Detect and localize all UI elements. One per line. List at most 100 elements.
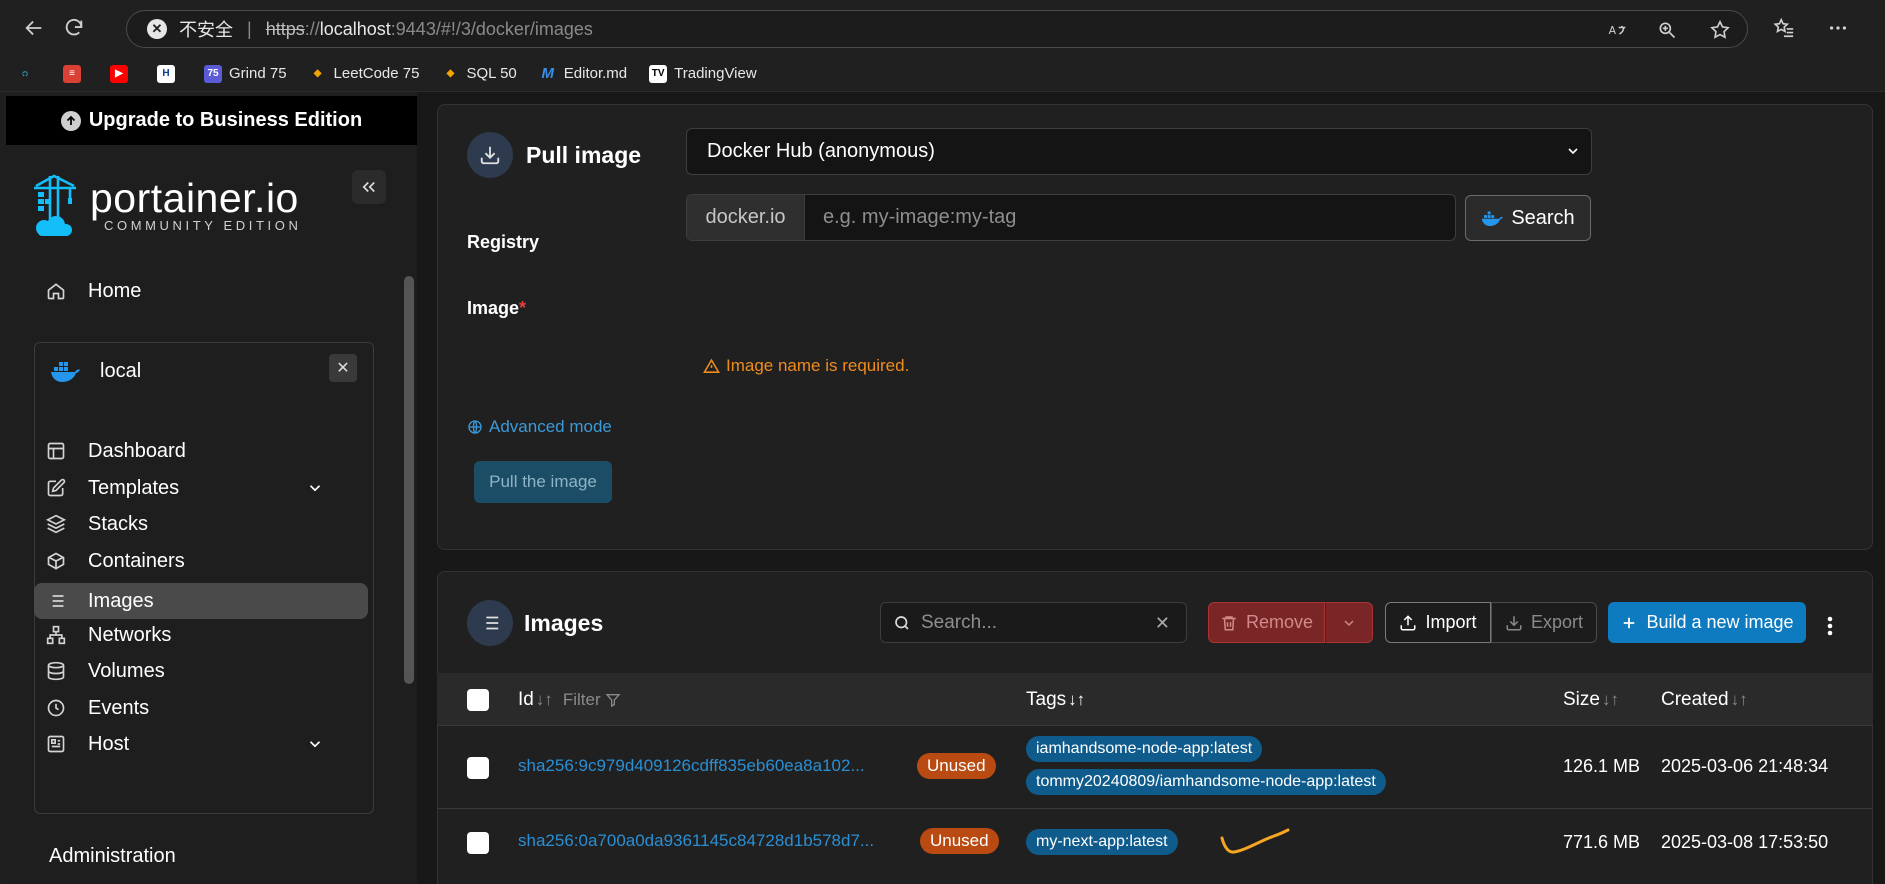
chevron-down-icon <box>1565 143 1581 159</box>
filter-label[interactable]: Filter <box>563 690 601 710</box>
pull-image-button[interactable]: Pull the image <box>474 461 612 503</box>
trash-icon <box>1222 615 1236 630</box>
logo-title: portainer.io <box>90 174 299 221</box>
image-registry-prefix: docker.io <box>687 195 805 240</box>
favorite-star-icon[interactable] <box>1709 11 1731 49</box>
sidebar-item-containers[interactable]: Containers <box>46 540 346 582</box>
bookmark-sql-50[interactable]: ◆ SQL 50 <box>441 65 517 83</box>
url-text[interactable]: https://localhost:9443/#!/3/docker/image… <box>266 19 593 40</box>
image-error-message: Image name is required. <box>703 356 909 376</box>
clear-search-icon[interactable]: ✕ <box>1155 613 1170 634</box>
back-button[interactable] <box>18 12 50 44</box>
remove-button[interactable]: Remove <box>1208 602 1325 643</box>
grind75-icon: 75 <box>204 64 222 83</box>
sidebar-item-label: Containers <box>88 549 185 572</box>
images-search-input[interactable] <box>921 611 1141 634</box>
image-tag: iamhandsome-node-app:latest <box>1026 736 1263 762</box>
bookmark-icon-only-3[interactable]: ▶ <box>110 64 135 83</box>
zoom-icon[interactable] <box>1657 11 1677 49</box>
sidebar-item-dashboard[interactable]: Dashboard <box>46 430 346 472</box>
checkmark-annotation <box>1220 828 1290 854</box>
chevron-down-icon[interactable] <box>306 479 324 497</box>
chevron-down-icon <box>1344 619 1354 626</box>
environment-name: local <box>100 359 142 382</box>
chevron-down-icon[interactable] <box>306 735 324 753</box>
upgrade-label: Upgrade to Business Edition <box>88 109 363 131</box>
image-id-link[interactable]: sha256:9c979d409126cdff835eb60ea8a102... <box>518 756 865 776</box>
bookmark-tradingview[interactable]: TV TradingView <box>649 64 757 83</box>
markdown-icon: M <box>541 65 555 82</box>
warning-triangle-icon <box>703 358 720 373</box>
row-checkbox[interactable] <box>467 832 489 854</box>
export-label: Export <box>1530 612 1584 632</box>
column-header-tags[interactable]: Tags ↓↑ <box>1026 689 1085 711</box>
not-secure-icon[interactable]: ✕ <box>147 19 167 39</box>
database-icon <box>46 661 66 681</box>
import-button[interactable]: Import <box>1385 602 1491 643</box>
sidebar-item-label: Networks <box>88 623 172 646</box>
sidebar-item-label: Dashboard <box>88 439 186 462</box>
home-icon <box>46 281 66 301</box>
read-aloud-icon[interactable]: A <box>1607 11 1627 49</box>
image-id-link[interactable]: sha256:0a700a0da9361145c84728d1b578d7... <box>518 831 874 851</box>
url-host: localhost <box>319 18 391 39</box>
arrow-up-circle-icon <box>60 110 81 131</box>
build-new-image-button[interactable]: Build a new image <box>1608 602 1806 643</box>
address-bar[interactable]: ✕ 不安全 | https://localhost:9443/#!/3/dock… <box>126 10 1748 48</box>
export-button[interactable]: Export <box>1491 602 1597 643</box>
sidebar-item-stacks[interactable]: Stacks <box>46 503 346 545</box>
sidebar-item-label: Home <box>88 279 142 302</box>
logo-subtitle: COMMUNITY EDITION <box>104 217 302 233</box>
sidebar-scrollbar[interactable] <box>404 276 414 684</box>
close-environment-button[interactable]: ✕ <box>329 354 357 382</box>
bookmark-label: TradingView <box>674 65 757 82</box>
column-header-created[interactable]: Created ↓↑ <box>1661 689 1748 711</box>
registry-label: Registry <box>467 232 540 252</box>
portainer-logo[interactable]: portainer.io COMMUNITY EDITION <box>30 172 301 238</box>
bookmark-leetcode-75[interactable]: ◆ LeetCode 75 <box>309 65 420 83</box>
sidebar-item-host[interactable]: Host <box>46 723 346 765</box>
sidebar-item-label: Volumes <box>88 659 165 682</box>
row-checkbox[interactable] <box>467 757 489 779</box>
docker-whale-icon <box>50 361 80 382</box>
collapse-sidebar-button[interactable] <box>352 170 386 204</box>
upgrade-banner[interactable]: Upgrade to Business Edition <box>6 96 417 145</box>
security-warning[interactable]: 不安全 <box>179 16 233 42</box>
network-icon <box>46 625 66 645</box>
advanced-mode-link[interactable]: Advanced mode <box>467 417 612 437</box>
select-all-checkbox[interactable] <box>467 689 489 711</box>
layers-icon <box>46 514 66 534</box>
favorites-icon[interactable] <box>1768 12 1800 44</box>
close-icon: ✕ <box>336 360 350 377</box>
registry-select[interactable]: Docker Hub (anonymous) <box>686 128 1592 175</box>
filter-icon[interactable] <box>605 692 621 708</box>
bookmark-icon-only-1[interactable]: ೧ <box>16 65 41 83</box>
remove-options-dropdown[interactable] <box>1325 602 1373 643</box>
image-size: 771.6 MB <box>1563 832 1641 852</box>
tags-header-label: Tags <box>1026 689 1067 710</box>
environment-header[interactable]: local <box>50 350 320 392</box>
more-options-icon[interactable] <box>1820 610 1840 642</box>
plus-icon <box>1624 617 1635 628</box>
sidebar-item-home[interactable]: Home <box>46 270 376 312</box>
more-menu-icon[interactable] <box>1822 12 1854 44</box>
pull-image-title: Pull image <box>526 142 642 168</box>
image-name-input[interactable] <box>805 195 1455 240</box>
id-header-label: Id <box>518 689 534 710</box>
bookmark-editor-md[interactable]: M Editor.md <box>539 65 628 83</box>
bookmark-icon-only-4[interactable]: H <box>157 64 182 83</box>
search-docker-hub-button[interactable]: Search <box>1465 195 1591 241</box>
column-header-id[interactable]: Id ↓↑ Filter <box>518 689 621 711</box>
bookmark-icon-only-2[interactable]: ≡ <box>63 64 88 83</box>
bookmarks-bar: ೧ ≡ ▶ H 75 Grind 75 ◆ LeetCode 75 ◆ SQL 50 … <box>0 56 1885 92</box>
image-created: 2025-03-08 17:53:50 <box>1661 832 1829 852</box>
chevrons-left-icon <box>362 181 375 193</box>
leetcode-icon: ◆ <box>313 68 322 79</box>
images-title: Images <box>524 610 604 636</box>
bookmark-grind-75[interactable]: 75 Grind 75 <box>204 64 287 83</box>
sidebar-item-volumes[interactable]: Volumes <box>46 650 346 692</box>
refresh-button[interactable] <box>58 12 90 44</box>
column-header-size[interactable]: Size ↓↑ <box>1563 689 1619 711</box>
sidebar: Upgrade to Business Edition portainer.io… <box>6 96 417 884</box>
created-header-label: Created <box>1661 689 1729 710</box>
